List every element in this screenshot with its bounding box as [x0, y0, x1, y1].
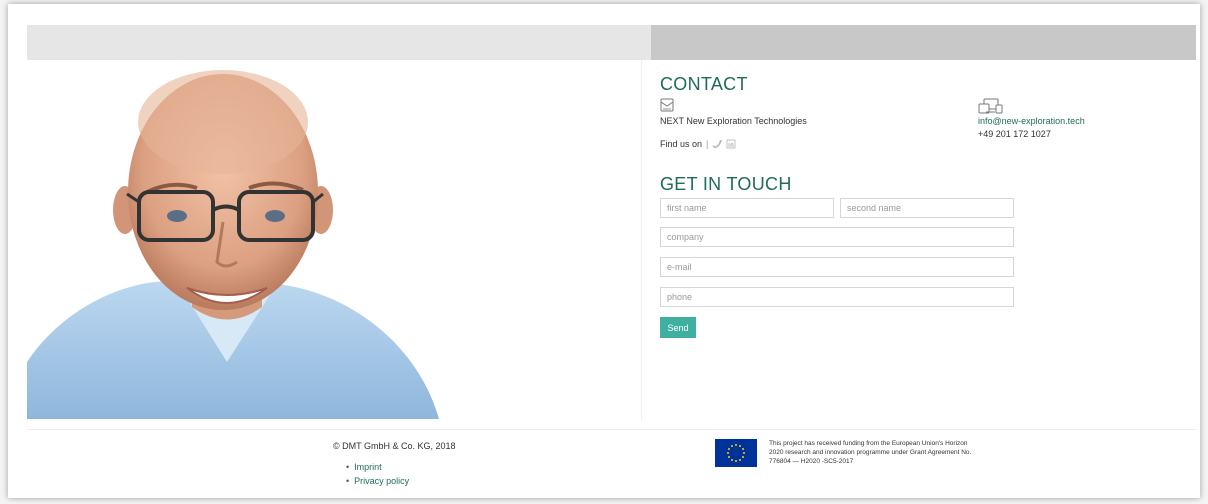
get-in-touch-heading: GET IN TOUCH — [660, 174, 792, 194]
find-us-row: Find us on | — [660, 139, 736, 149]
phone-input[interactable] — [660, 287, 1014, 307]
email-link[interactable]: info@new-exploration.tech — [978, 116, 1085, 126]
copyright-text: © DMT GmbH & Co. KG, 2018 — [333, 441, 456, 451]
letter-icon — [660, 98, 674, 112]
portrait-photo — [27, 62, 447, 419]
list-item: Privacy policy — [346, 476, 409, 486]
email-input[interactable] — [660, 257, 1014, 277]
linkedin-icon[interactable] — [726, 139, 736, 149]
separator: | — [706, 139, 709, 149]
find-us-label: Find us on — [660, 139, 703, 149]
eu-flag-icon — [715, 439, 757, 467]
page-frame: CONTACT NEXT New Exploration Technologie… — [8, 4, 1200, 498]
second-name-input[interactable] — [840, 198, 1014, 218]
list-item: Imprint — [346, 462, 409, 472]
funding-notice: This project has received funding from t… — [769, 440, 972, 465]
send-button[interactable]: Send — [660, 317, 696, 338]
column-divider — [641, 60, 642, 420]
devices-icon — [978, 98, 1003, 114]
footer-divider — [27, 429, 1196, 430]
phone-number: +49 201 172 1027 — [978, 129, 1051, 139]
twitter-icon[interactable] — [712, 139, 723, 149]
contact-heading: CONTACT — [660, 74, 748, 94]
company-input[interactable] — [660, 227, 1014, 247]
imprint-link[interactable]: Imprint — [354, 462, 382, 472]
footer-links: Imprint Privacy policy — [346, 462, 409, 490]
header-band-left — [27, 25, 651, 60]
company-name: NEXT New Exploration Technologies — [660, 116, 807, 126]
header-band-right — [651, 25, 1196, 60]
first-name-input[interactable] — [660, 198, 834, 218]
privacy-policy-link[interactable]: Privacy policy — [354, 476, 409, 486]
